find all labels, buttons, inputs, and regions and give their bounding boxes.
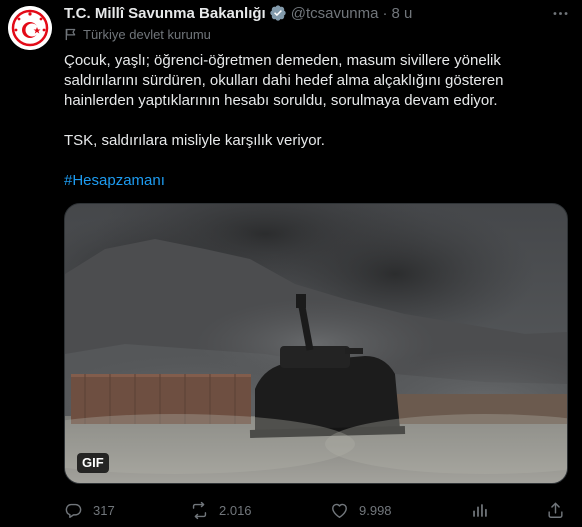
like-button[interactable]: 9.998 xyxy=(330,496,392,524)
tweet-actions: 317 2.016 9.998 xyxy=(60,496,570,524)
flag-icon xyxy=(64,28,77,41)
reply-button[interactable]: 317 xyxy=(64,496,115,524)
more-icon[interactable] xyxy=(550,4,570,22)
share-icon xyxy=(546,501,565,520)
retweet-button[interactable]: 2.016 xyxy=(190,496,252,524)
account-label[interactable]: Türkiye devlet kurumu xyxy=(64,26,211,42)
author-handle[interactable]: @tcsavunma xyxy=(291,5,379,22)
separator: · xyxy=(382,4,388,22)
tweet-header: T.C. Millî Savunma Bakanlığı @tcsavunma … xyxy=(64,3,542,23)
retweet-icon xyxy=(190,501,209,520)
tweet-text: Çocuk, yaşlı; öğrenci-öğretmen demeden, … xyxy=(64,51,564,191)
author-name[interactable]: T.C. Millî Savunma Bakanlığı xyxy=(64,5,266,22)
tweet-paragraph: Çocuk, yaşlı; öğrenci-öğretmen demeden, … xyxy=(64,52,504,109)
like-icon xyxy=(330,501,349,520)
verified-badge-icon[interactable] xyxy=(269,4,287,22)
timestamp[interactable]: 8 u xyxy=(391,5,412,22)
avatar[interactable] xyxy=(8,6,52,50)
hashtag-link[interactable]: #Hesapzamanı xyxy=(64,172,165,189)
gif-badge: GIF xyxy=(77,453,109,473)
ministry-emblem-icon xyxy=(8,6,52,50)
views-button[interactable] xyxy=(470,496,489,524)
views-icon xyxy=(470,501,489,520)
retweet-count: 2.016 xyxy=(219,502,252,518)
media-gif[interactable]: GIF xyxy=(64,203,568,484)
tweet[interactable]: T.C. Millî Savunma Bakanlığı @tcsavunma … xyxy=(0,0,582,527)
like-count: 9.998 xyxy=(359,502,392,518)
account-label-text: Türkiye devlet kurumu xyxy=(83,26,211,42)
reply-count: 317 xyxy=(93,502,115,518)
share-button[interactable] xyxy=(546,496,565,524)
tweet-paragraph: TSK, saldırılara misliyle karşılık veriy… xyxy=(64,132,325,149)
media-image xyxy=(65,204,567,483)
reply-icon xyxy=(64,501,83,520)
